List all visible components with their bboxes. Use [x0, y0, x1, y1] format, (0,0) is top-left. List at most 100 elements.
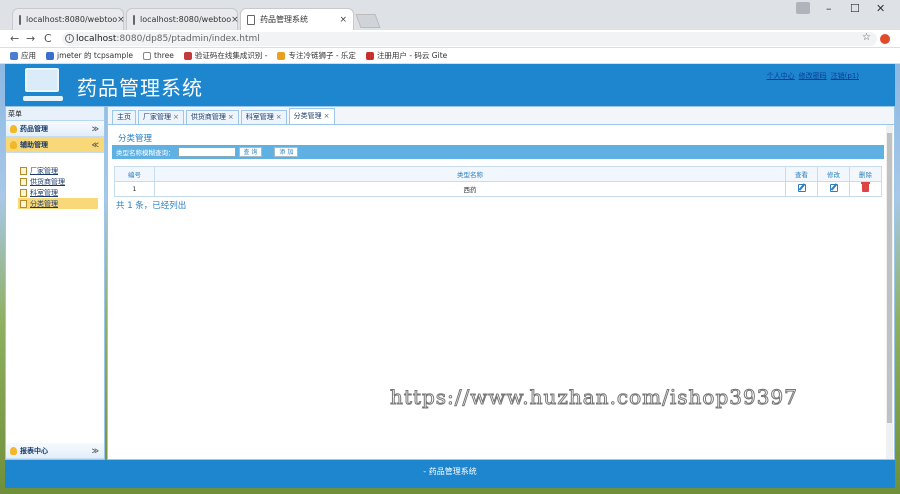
close-icon[interactable]: × — [276, 113, 282, 121]
app-footer: - 药品管理系统 — [5, 460, 895, 488]
cell-id: 1 — [114, 181, 155, 197]
info-icon[interactable]: i — [65, 34, 74, 43]
browser-tab-label: 药品管理系统 — [260, 15, 308, 24]
page-icon — [247, 14, 255, 25]
minimize-icon[interactable]: – — [826, 2, 832, 15]
lightbulb-icon — [10, 140, 17, 149]
bookmark-captcha[interactable]: 验证码在线集成识别 - — [183, 50, 267, 61]
watermark: https://www.huzhan.com/ishop39397 — [390, 385, 798, 410]
browser-tab-label: localhost:8080/webtoo — [26, 15, 118, 24]
browser-tab-1[interactable]: localhost:8080/webtoo × — [12, 8, 125, 30]
bookmarks-bar: 应用 jmeter 的 tcpsample three 验证码在线集成识别 - … — [0, 48, 900, 64]
category-table: 编号 类型名称 查看 修改 删除 1 西药 — [114, 166, 882, 197]
search-label: 类型名称模糊查询： — [116, 149, 175, 157]
site-icon — [183, 51, 192, 60]
bookmark-gitee[interactable]: 注册用户 - 码云 Gite — [365, 50, 447, 61]
close-tab-icon[interactable]: × — [117, 15, 125, 25]
maximize-icon[interactable]: ☐ — [850, 2, 860, 15]
monitor-logo-icon — [23, 68, 63, 101]
close-icon[interactable]: × — [173, 113, 179, 121]
browser-tab-label: localhost:8080/webtoo — [140, 15, 232, 24]
logout-link[interactable]: 注销(p1) — [831, 71, 859, 81]
change-password-link[interactable]: 修改密码 — [799, 71, 827, 81]
column-header-id: 编号 — [114, 166, 155, 182]
close-icon[interactable]: × — [324, 112, 330, 120]
tab-home[interactable]: 主页 — [112, 110, 136, 124]
cell-edit — [817, 181, 850, 197]
lightbulb-icon — [10, 124, 17, 133]
edit-icon[interactable] — [829, 184, 838, 192]
sidebar-group-report-center[interactable]: 报表中心 ≫ — [6, 443, 104, 459]
category-search-input[interactable] — [177, 147, 236, 157]
sidebar-item-manufacturer[interactable]: 厂家管理 — [20, 165, 104, 176]
file-icon — [20, 166, 27, 175]
sidebar-item-category[interactable]: 分类管理 — [18, 198, 98, 209]
trash-icon[interactable] — [861, 182, 870, 192]
tab-category[interactable]: 分类管理 × — [288, 108, 335, 124]
app-header: 药品管理系统 个人中心 修改密码 注销(p1) — [5, 64, 895, 106]
sidebar-items: 厂家管理 供货商管理 科室管理 分类管理 — [6, 153, 104, 209]
new-tab-button[interactable] — [355, 14, 381, 28]
file-icon — [20, 199, 27, 208]
view-edit-icon[interactable] — [797, 184, 806, 192]
close-window-icon[interactable]: ✕ — [876, 2, 885, 15]
bookmark-coldchain[interactable]: 专注冷链狮子 - 乐定 — [277, 50, 356, 61]
bookmark-apps[interactable]: 应用 — [10, 50, 36, 61]
add-button[interactable]: 添 加 — [274, 147, 299, 157]
site-icon — [277, 51, 286, 60]
cell-view — [785, 181, 818, 197]
lightbulb-icon — [10, 446, 17, 455]
tab-manufacturer[interactable]: 厂家管理 × — [138, 110, 184, 124]
column-header-view: 查看 — [785, 166, 818, 182]
gitee-icon — [365, 51, 374, 60]
tab-department[interactable]: 科室管理 × — [240, 110, 287, 124]
browser-tab-2[interactable]: localhost:8080/webtoo × — [126, 8, 239, 30]
close-tab-icon[interactable]: × — [231, 15, 239, 25]
sidebar-title: 菜单 — [6, 107, 104, 121]
extension-icon[interactable] — [880, 34, 890, 44]
page-icon — [19, 14, 21, 25]
list-summary: 共 1 条，已经列出 — [116, 201, 187, 211]
file-icon — [20, 188, 27, 197]
sidebar-item-supplier[interactable]: 供货商管理 — [20, 176, 104, 187]
scrollbar-thumb[interactable] — [887, 133, 892, 423]
browser-tab-bar: localhost:8080/webtoo × localhost:8080/w… — [0, 0, 900, 30]
user-links: 个人中心 修改密码 注销(p1) — [767, 71, 859, 81]
table-header-row: 编号 类型名称 查看 修改 删除 — [114, 166, 882, 182]
profile-link[interactable]: 个人中心 — [767, 71, 795, 81]
file-icon — [20, 177, 27, 186]
sidebar-group-drug-management[interactable]: 药品管理 ≫ — [6, 121, 104, 137]
close-icon[interactable]: × — [228, 113, 234, 121]
chevron-down-icon[interactable]: ≫ — [92, 125, 99, 133]
chevron-down-icon[interactable]: ≫ — [92, 447, 99, 455]
page-icon — [143, 51, 152, 60]
shield-icon — [46, 51, 54, 60]
content-area: 分类管理 类型名称模糊查询： 查 询 添 加 编号 类型名称 查看 修改 删除 … — [112, 129, 884, 213]
reload-icon[interactable]: C — [44, 32, 52, 45]
chevron-up-icon[interactable]: ≪ — [92, 141, 99, 149]
apps-grid-icon — [10, 51, 18, 60]
bookmark-star-icon[interactable]: ☆ — [862, 32, 871, 43]
search-button[interactable]: 查 询 — [238, 147, 263, 157]
content-tabs: 主页 厂家管理 × 供货商管理 × 科室管理 × 分类管理 × — [108, 107, 894, 125]
bookmark-jmeter[interactable]: jmeter 的 tcpsample — [46, 50, 133, 61]
column-header-edit: 修改 — [817, 166, 850, 182]
tab-supplier[interactable]: 供货商管理 × — [185, 110, 239, 124]
close-tab-icon[interactable]: × — [339, 15, 347, 25]
url-host: localhost — [76, 34, 117, 44]
back-arrow-icon[interactable]: ← — [10, 32, 19, 45]
page-icon — [133, 14, 135, 25]
bookmark-three[interactable]: three — [143, 51, 174, 60]
vertical-scrollbar[interactable] — [886, 125, 893, 459]
url-field[interactable]: i localhost:8080/dp85/ptadmin/index.html — [62, 32, 877, 46]
address-toolbar: ← → C i localhost:8080/dp85/ptadmin/inde… — [0, 30, 900, 48]
cell-delete — [849, 181, 882, 197]
sidebar-group-auxiliary-management[interactable]: 辅助管理 ≪ — [6, 137, 104, 153]
sidebar-item-department[interactable]: 科室管理 — [20, 187, 104, 198]
app-title: 药品管理系统 — [77, 76, 203, 100]
url-path: :8080/dp85/ptadmin/index.html — [116, 34, 260, 44]
profile-icon[interactable] — [796, 2, 810, 14]
forward-arrow-icon[interactable]: → — [26, 32, 35, 45]
search-bar: 类型名称模糊查询： 查 询 添 加 — [112, 145, 884, 159]
browser-tab-3[interactable]: 药品管理系统 × — [240, 8, 354, 30]
